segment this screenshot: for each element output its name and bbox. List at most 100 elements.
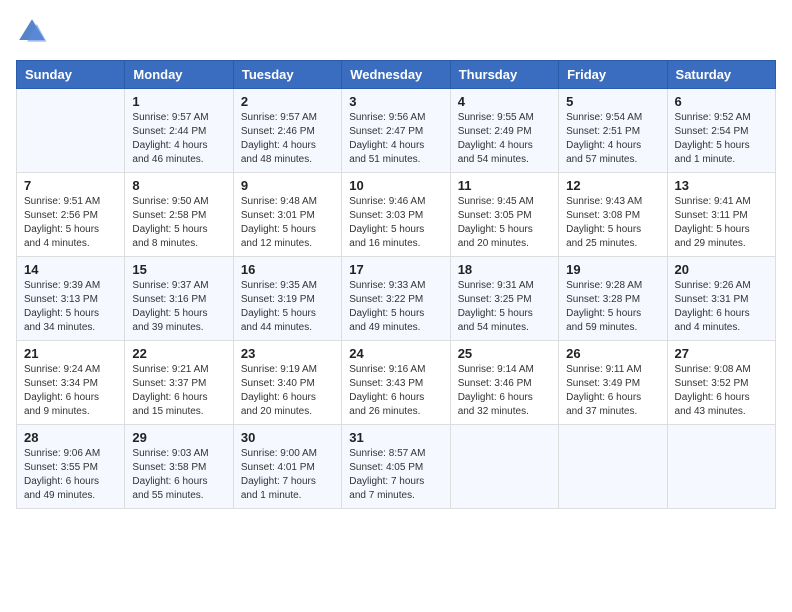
day-info: Sunrise: 9:31 AM Sunset: 3:25 PM Dayligh… <box>458 279 551 335</box>
day-number: 12 <box>566 178 659 193</box>
day-number: 11 <box>458 178 551 193</box>
day-number: 29 <box>132 430 225 445</box>
calendar-cell <box>450 425 558 509</box>
day-number: 26 <box>566 346 659 361</box>
day-number: 27 <box>675 346 768 361</box>
calendar-cell: 10 Sunrise: 9:46 AM Sunset: 3:03 PM Dayli… <box>342 173 450 257</box>
day-info: Sunrise: 9:28 AM Sunset: 3:28 PM Dayligh… <box>566 279 659 335</box>
calendar-cell: 3 Sunrise: 9:56 AM Sunset: 2:47 PM Daylig… <box>342 89 450 173</box>
day-info: Sunrise: 9:55 AM Sunset: 2:49 PM Dayligh… <box>458 111 551 167</box>
day-number: 1 <box>132 94 225 109</box>
day-info: Sunrise: 9:56 AM Sunset: 2:47 PM Dayligh… <box>349 111 442 167</box>
calendar-cell: 31Sunrise: 8:57 AM Sunset: 4:05 PM Dayli… <box>342 425 450 509</box>
day-info: Sunrise: 9:14 AM Sunset: 3:46 PM Dayligh… <box>458 363 551 419</box>
day-number: 10 <box>349 178 442 193</box>
calendar-cell: 6 Sunrise: 9:52 AM Sunset: 2:54 PM Daylig… <box>667 89 775 173</box>
calendar-cell <box>559 425 667 509</box>
day-info: Sunrise: 9:06 AM Sunset: 3:55 PM Dayligh… <box>24 447 117 503</box>
day-info: Sunrise: 9:03 AM Sunset: 3:58 PM Dayligh… <box>132 447 225 503</box>
calendar-cell: 30 Sunrise: 9:00 AM Sunset: 4:01 PM Dayli… <box>233 425 341 509</box>
day-number: 24 <box>349 346 442 361</box>
calendar-cell: 17 Sunrise: 9:33 AM Sunset: 3:22 PM Dayli… <box>342 257 450 341</box>
day-number: 5 <box>566 94 659 109</box>
day-info: Sunrise: 9:50 AM Sunset: 2:58 PM Dayligh… <box>132 195 225 251</box>
day-info: Sunrise: 9:24 AM Sunset: 3:34 PM Dayligh… <box>24 363 117 419</box>
day-info: Sunrise: 9:16 AM Sunset: 3:43 PM Dayligh… <box>349 363 442 419</box>
logo <box>16 16 52 48</box>
day-info: Sunrise: 9:11 AM Sunset: 3:49 PM Dayligh… <box>566 363 659 419</box>
header-day: Monday <box>125 61 233 89</box>
day-number: 14 <box>24 262 117 277</box>
header-day: Sunday <box>17 61 125 89</box>
day-number: 2 <box>241 94 334 109</box>
calendar-cell: 1Sunrise: 9:57 AM Sunset: 2:44 PM Daylig… <box>125 89 233 173</box>
calendar-cell: 25 Sunrise: 9:14 AM Sunset: 3:46 PM Dayli… <box>450 341 558 425</box>
day-info: Sunrise: 9:26 AM Sunset: 3:31 PM Dayligh… <box>675 279 768 335</box>
calendar-cell: 7Sunrise: 9:51 AM Sunset: 2:56 PM Daylig… <box>17 173 125 257</box>
calendar-week-row: 1Sunrise: 9:57 AM Sunset: 2:44 PM Daylig… <box>17 89 776 173</box>
header-day: Friday <box>559 61 667 89</box>
day-info: Sunrise: 9:21 AM Sunset: 3:37 PM Dayligh… <box>132 363 225 419</box>
day-number: 17 <box>349 262 442 277</box>
day-number: 4 <box>458 94 551 109</box>
calendar-cell: 29 Sunrise: 9:03 AM Sunset: 3:58 PM Dayli… <box>125 425 233 509</box>
header-day: Thursday <box>450 61 558 89</box>
calendar-cell: 20 Sunrise: 9:26 AM Sunset: 3:31 PM Dayli… <box>667 257 775 341</box>
calendar-cell: 8Sunrise: 9:50 AM Sunset: 2:58 PM Daylig… <box>125 173 233 257</box>
general-blue-icon <box>16 16 48 48</box>
calendar-cell: 5 Sunrise: 9:54 AM Sunset: 2:51 PM Daylig… <box>559 89 667 173</box>
day-info: Sunrise: 9:08 AM Sunset: 3:52 PM Dayligh… <box>675 363 768 419</box>
calendar-cell: 11 Sunrise: 9:45 AM Sunset: 3:05 PM Dayli… <box>450 173 558 257</box>
day-info: Sunrise: 9:46 AM Sunset: 3:03 PM Dayligh… <box>349 195 442 251</box>
day-info: Sunrise: 9:41 AM Sunset: 3:11 PM Dayligh… <box>675 195 768 251</box>
calendar-cell: 21 Sunrise: 9:24 AM Sunset: 3:34 PM Dayli… <box>17 341 125 425</box>
calendar-cell: 15Sunrise: 9:37 AM Sunset: 3:16 PM Dayli… <box>125 257 233 341</box>
day-info: Sunrise: 9:48 AM Sunset: 3:01 PM Dayligh… <box>241 195 334 251</box>
calendar-week-row: 21 Sunrise: 9:24 AM Sunset: 3:34 PM Dayli… <box>17 341 776 425</box>
day-info: Sunrise: 9:35 AM Sunset: 3:19 PM Dayligh… <box>241 279 334 335</box>
day-info: Sunrise: 9:57 AM Sunset: 2:46 PM Dayligh… <box>241 111 334 167</box>
day-number: 30 <box>241 430 334 445</box>
day-info: Sunrise: 9:43 AM Sunset: 3:08 PM Dayligh… <box>566 195 659 251</box>
day-number: 20 <box>675 262 768 277</box>
calendar-cell: 26 Sunrise: 9:11 AM Sunset: 3:49 PM Dayli… <box>559 341 667 425</box>
day-number: 23 <box>241 346 334 361</box>
day-info: Sunrise: 9:00 AM Sunset: 4:01 PM Dayligh… <box>241 447 334 503</box>
day-info: Sunrise: 8:57 AM Sunset: 4:05 PM Dayligh… <box>349 447 442 503</box>
calendar-cell: 2 Sunrise: 9:57 AM Sunset: 2:46 PM Daylig… <box>233 89 341 173</box>
calendar-cell: 22Sunrise: 9:21 AM Sunset: 3:37 PM Dayli… <box>125 341 233 425</box>
day-info: Sunrise: 9:39 AM Sunset: 3:13 PM Dayligh… <box>24 279 117 335</box>
calendar-table: SundayMondayTuesdayWednesdayThursdayFrid… <box>16 60 776 509</box>
day-number: 25 <box>458 346 551 361</box>
calendar-week-row: 28 Sunrise: 9:06 AM Sunset: 3:55 PM Dayli… <box>17 425 776 509</box>
day-number: 13 <box>675 178 768 193</box>
calendar-cell: 27 Sunrise: 9:08 AM Sunset: 3:52 PM Dayli… <box>667 341 775 425</box>
calendar-cell: 24 Sunrise: 9:16 AM Sunset: 3:43 PM Dayli… <box>342 341 450 425</box>
day-info: Sunrise: 9:51 AM Sunset: 2:56 PM Dayligh… <box>24 195 117 251</box>
day-number: 21 <box>24 346 117 361</box>
day-info: Sunrise: 9:33 AM Sunset: 3:22 PM Dayligh… <box>349 279 442 335</box>
day-info: Sunrise: 9:45 AM Sunset: 3:05 PM Dayligh… <box>458 195 551 251</box>
day-number: 28 <box>24 430 117 445</box>
header-day: Wednesday <box>342 61 450 89</box>
day-info: Sunrise: 9:54 AM Sunset: 2:51 PM Dayligh… <box>566 111 659 167</box>
day-number: 6 <box>675 94 768 109</box>
calendar-cell: 23Sunrise: 9:19 AM Sunset: 3:40 PM Dayli… <box>233 341 341 425</box>
page-header <box>16 16 776 48</box>
calendar-week-row: 14 Sunrise: 9:39 AM Sunset: 3:13 PM Dayli… <box>17 257 776 341</box>
day-info: Sunrise: 9:37 AM Sunset: 3:16 PM Dayligh… <box>132 279 225 335</box>
calendar-cell: 19 Sunrise: 9:28 AM Sunset: 3:28 PM Dayli… <box>559 257 667 341</box>
day-number: 3 <box>349 94 442 109</box>
calendar-cell: 18Sunrise: 9:31 AM Sunset: 3:25 PM Dayli… <box>450 257 558 341</box>
day-info: Sunrise: 9:52 AM Sunset: 2:54 PM Dayligh… <box>675 111 768 167</box>
header-day: Tuesday <box>233 61 341 89</box>
calendar-week-row: 7Sunrise: 9:51 AM Sunset: 2:56 PM Daylig… <box>17 173 776 257</box>
day-number: 16 <box>241 262 334 277</box>
calendar-cell: 9Sunrise: 9:48 AM Sunset: 3:01 PM Daylig… <box>233 173 341 257</box>
day-number: 19 <box>566 262 659 277</box>
calendar-cell: 13 Sunrise: 9:41 AM Sunset: 3:11 PM Dayli… <box>667 173 775 257</box>
header-day: Saturday <box>667 61 775 89</box>
calendar-cell: 12 Sunrise: 9:43 AM Sunset: 3:08 PM Dayli… <box>559 173 667 257</box>
calendar-cell: 4 Sunrise: 9:55 AM Sunset: 2:49 PM Daylig… <box>450 89 558 173</box>
calendar-cell: 28 Sunrise: 9:06 AM Sunset: 3:55 PM Dayli… <box>17 425 125 509</box>
